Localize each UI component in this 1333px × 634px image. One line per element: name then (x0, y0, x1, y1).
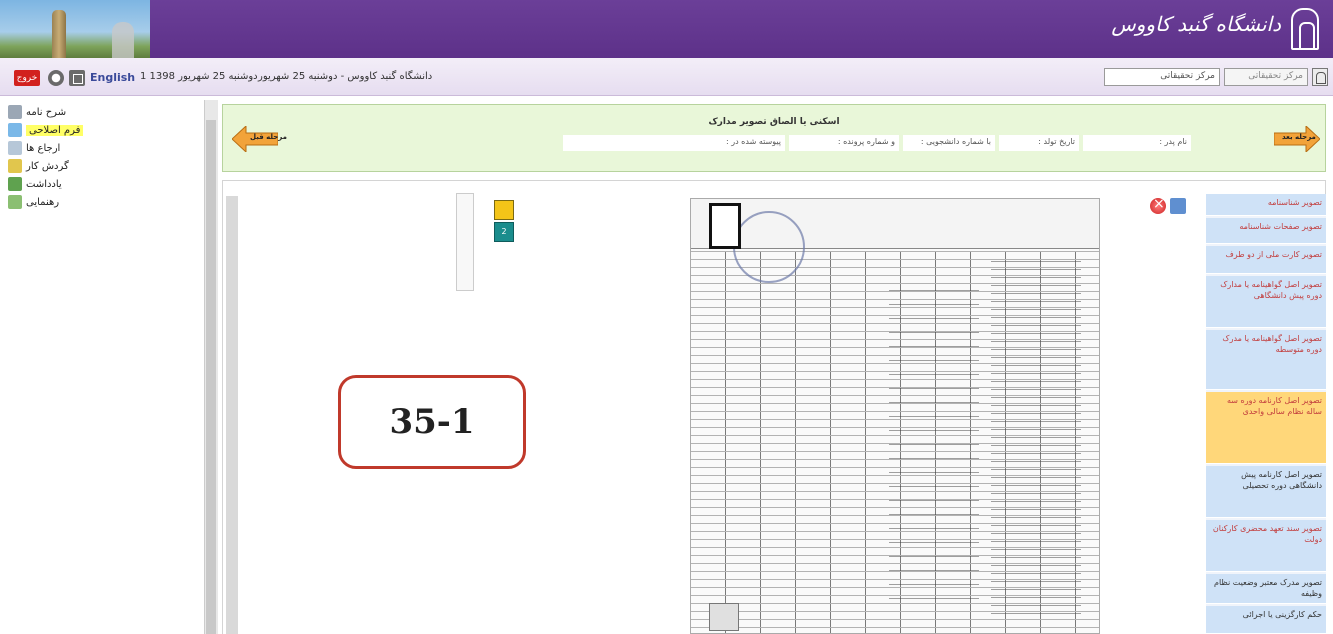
file-number-field: و شماره پرونده : (789, 135, 899, 151)
father-name-field: نام پدر : (1083, 135, 1191, 151)
letter-icon (8, 105, 22, 119)
form-title: اسکنی یا الصاق تصویر مدارک (708, 117, 840, 127)
center-select[interactable]: مرکز تحقیقاتی (1224, 68, 1308, 86)
banner-photo (0, 0, 150, 58)
top-banner: دانشگاه گنبد کاووس (0, 0, 1333, 58)
document-type-list: تصویر شناسنامه تصویر صفحات شناسنامه تصوی… (1206, 194, 1326, 634)
list-item[interactable]: تصویر اصل گواهینامه یا مدارک دوره پیش دا… (1206, 276, 1326, 328)
english-link[interactable]: English (90, 71, 135, 84)
list-item[interactable]: تصویر اصل کارنامه پیش دانشگاهی دوره تحصی… (1206, 466, 1326, 518)
nav-item-letter[interactable]: شرح نامه (8, 104, 66, 120)
form-icon (8, 123, 22, 137)
nav-item-help[interactable]: رهنمایی (8, 194, 59, 210)
help-icon (8, 195, 22, 209)
page-thumbnail-2[interactable]: 2 (494, 222, 514, 242)
attached-in-field: پیوسته شده در : (563, 135, 785, 151)
scanned-document (690, 198, 1100, 634)
list-item[interactable]: تصویر مدرک معتبر وضعیت نظام وظیفه (1206, 574, 1326, 604)
list-item[interactable]: تصویر شناسنامه (1206, 194, 1326, 216)
document-stamp-icon (709, 603, 739, 631)
close-icon[interactable] (1150, 196, 1166, 214)
list-item[interactable]: تصویر صفحات شناسنامه (1206, 218, 1326, 244)
official-seal (733, 211, 805, 283)
list-item[interactable]: حکم کارگزینی یا اجرائی (1206, 606, 1326, 634)
document-text-column (991, 259, 1081, 619)
content-scrollbar[interactable] (226, 196, 238, 634)
toolbar-title: دانشگاه گنبد کاووس - دوشنبه 25 شهریور (258, 71, 433, 82)
notes-icon (8, 177, 22, 191)
referral-icon (8, 141, 22, 155)
callout-label: 35-1 (389, 402, 475, 442)
list-item[interactable]: تصویر اصل گواهینامه یا مدرک دوره متوسطه (1206, 330, 1326, 390)
exit-button[interactable]: خروج (14, 70, 40, 86)
form-header: اسکنی یا الصاق تصویر مدارک نام پدر : تار… (222, 104, 1326, 172)
callout-box: 35-1 (338, 375, 526, 469)
student-number-field: با شماره دانشجویی : (903, 135, 995, 151)
left-nav: شرح نامه فرم اصلاحی ارجاع ها گردش کار یا… (0, 96, 196, 634)
date-text: 1 1398 دوشنبه 25 شهریور (140, 71, 258, 82)
home-icon[interactable] (1312, 68, 1328, 86)
nav-item-form[interactable]: فرم اصلاحی (8, 122, 84, 138)
prev-step-label: مرحله قبل (250, 133, 287, 141)
search-input[interactable]: مرکز تحقیقاتی (1104, 68, 1220, 86)
nav-item-workflow[interactable]: گردش کار (8, 158, 69, 174)
nav-item-notes[interactable]: یادداشت (8, 176, 62, 192)
birthdate-field: تاریخ تولد : (999, 135, 1079, 151)
refresh-icon[interactable] (48, 70, 64, 86)
photo-box (709, 203, 741, 249)
university-title: دانشگاه گنبد کاووس (1111, 12, 1281, 36)
list-item-selected[interactable]: تصویر اصل کارنامه دوره سه ساله نظام سالی… (1206, 392, 1326, 464)
thumbnail-scroller[interactable] (456, 193, 474, 291)
workflow-icon (8, 159, 22, 173)
print-icon[interactable] (1170, 198, 1186, 214)
list-item[interactable]: تصویر کارت ملی از دو طرف (1206, 246, 1326, 274)
tower-image (52, 10, 66, 58)
next-step-label: مرحله بعد (1282, 133, 1316, 141)
nav-item-referrals[interactable]: ارجاع ها (8, 140, 60, 156)
document-grades-column (889, 279, 979, 609)
page-thumbnail-1[interactable] (494, 200, 514, 220)
mosque-dome-image (112, 22, 134, 58)
fullscreen-icon[interactable] (69, 70, 85, 86)
left-scrollbar-thumb[interactable] (206, 120, 216, 634)
university-logo (1291, 8, 1319, 50)
list-item[interactable]: تصویر سند تعهد محضری کارکنان دولت (1206, 520, 1326, 572)
